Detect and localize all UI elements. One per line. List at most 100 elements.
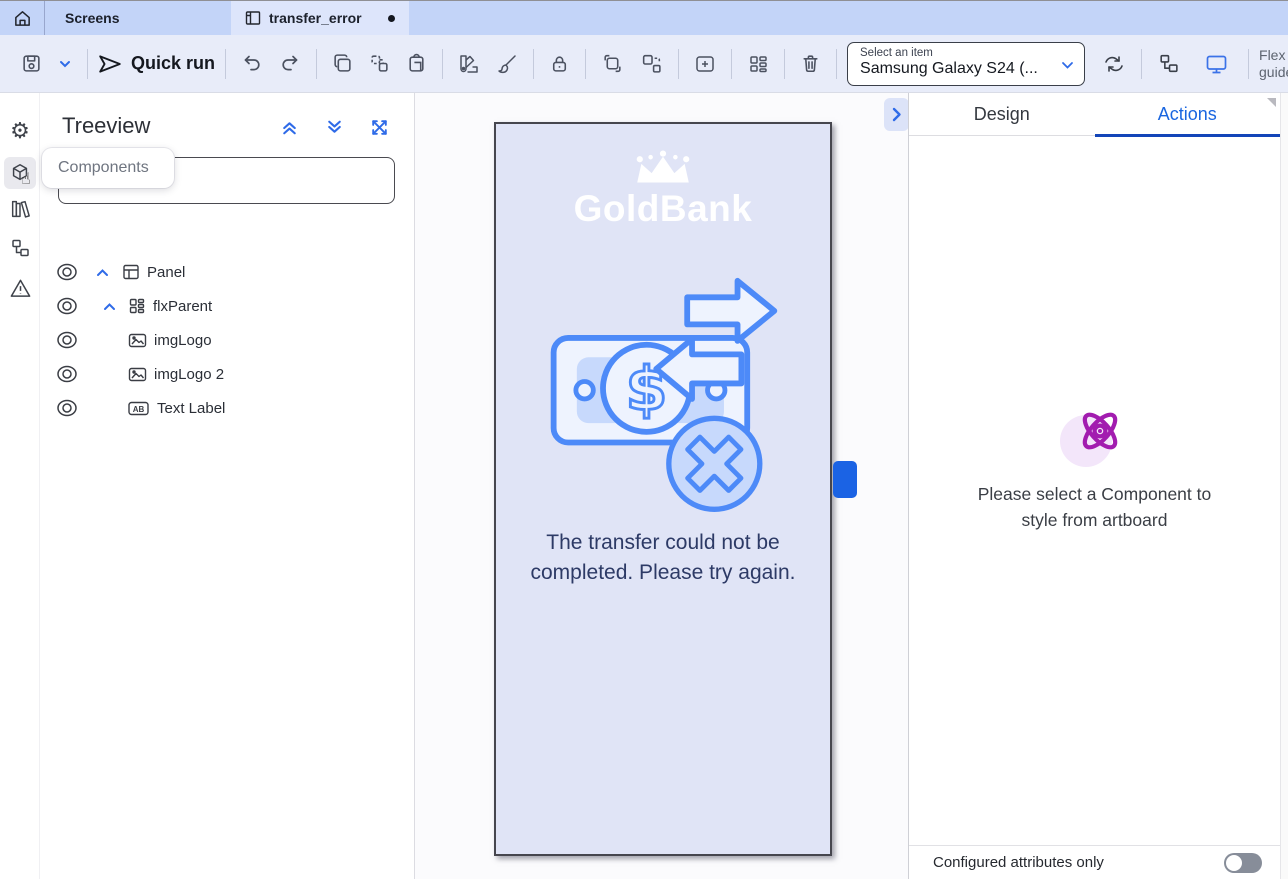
sidebar-item-library[interactable] [4,193,36,225]
add-container-button[interactable] [689,48,721,80]
ungroup-button[interactable] [635,47,668,80]
right-panel-expand-button[interactable] [884,98,909,131]
group-icon [601,52,624,75]
delete-button[interactable] [795,48,826,79]
hierarchy-icon [9,237,31,259]
device-select-value: Samsung Galaxy S24 (... [860,60,1050,78]
double-chevron-down-icon [324,117,345,138]
sidebar-item-hierarchy[interactable] [4,232,36,264]
atom-illustration [1060,403,1130,467]
empty-selection-state: Please select a Component to style from … [965,403,1225,533]
lock-button[interactable] [544,48,575,79]
tab-actions[interactable]: Actions [1095,93,1281,135]
visibility-eye-icon[interactable] [56,331,78,349]
image-widget-icon [128,332,147,349]
widget-drag-handle[interactable] [833,461,857,498]
atom-icon [1072,403,1128,459]
add-frame-icon [694,53,716,75]
save-options-button[interactable] [53,52,77,76]
collapse-chevron-icon[interactable] [103,302,116,311]
tree-structure-icon [1157,52,1180,75]
home-button[interactable] [0,1,45,35]
trash-icon [800,53,821,74]
toolbar-separator [731,49,732,79]
redo-button[interactable] [274,48,306,80]
brand-logo: GoldBank [496,150,830,230]
main-toolbar: Quick run [0,35,1288,93]
treeview-panel: Treeview Components [40,93,415,879]
top-tab-bar: Screens transfer_error [0,0,1288,35]
text-label-widget-icon: AB [128,401,149,416]
home-icon [13,9,32,28]
device-select-label: Select an item [860,47,1072,59]
tree-node-label: imgLogo [154,332,212,349]
visibility-eye-icon[interactable] [56,297,78,315]
toolbar-separator [1248,49,1249,79]
tree-row-textlabel[interactable]: AB Text Label [40,391,414,425]
sidebar-item-settings[interactable]: ⚙ [4,115,36,147]
components-grid-button[interactable] [742,48,774,80]
skins-button[interactable] [453,48,485,80]
configured-attributes-toggle[interactable] [1224,853,1262,873]
ab-icon: AB [128,401,149,416]
brand-name: GoldBank [496,188,830,230]
visibility-eye-icon[interactable] [56,365,78,383]
artboard-canvas[interactable]: GoldBank $ [416,93,908,879]
flex-guides-label: Flex guides [1259,47,1288,81]
expand-panel-button[interactable] [369,117,390,138]
paste-button[interactable] [401,48,432,79]
toolbar-separator [836,49,837,79]
quick-run-button[interactable]: Quick run [98,53,215,75]
tab-screens[interactable]: Screens [45,1,231,35]
visibility-eye-icon[interactable] [56,263,78,281]
expand-all-button[interactable] [324,117,345,138]
transfer-error-illustration: $ [542,276,784,518]
run-icon [98,53,122,75]
collapse-all-button[interactable] [279,117,300,138]
duplicate-button[interactable] [364,48,395,79]
tab-transfer-error[interactable]: transfer_error [231,1,409,35]
panel-footer: Configured attributes only [909,845,1280,879]
crown-icon [630,150,696,186]
tab-design[interactable]: Design [909,93,1095,135]
toolbar-separator [585,49,586,79]
tree-row-panel[interactable]: Panel [40,255,414,289]
scrollbar[interactable] [1280,93,1288,879]
widget-tree: Panel flxParent [40,255,414,425]
tree-row-imglogo2[interactable]: imgLogo 2 [40,357,414,391]
chevron-down-icon [1061,61,1074,70]
copy-button[interactable] [327,48,358,79]
image-widget-icon [128,366,147,383]
tree-row-flxparent[interactable]: flxParent [40,289,414,323]
warning-triangle-icon [9,277,32,300]
hand-cursor: ☝ [21,169,31,189]
format-painter-button[interactable] [491,48,523,80]
sync-icon [1102,53,1126,75]
sidebar-item-warnings[interactable] [4,272,36,304]
flex-container-icon [128,297,146,315]
tab-actions-label: Actions [1158,104,1217,125]
sync-button[interactable] [1097,48,1131,80]
undo-button[interactable] [236,48,268,80]
tree-row-imglogo[interactable]: imgLogo [40,323,414,357]
double-chevron-up-icon [279,117,300,138]
toolbar-separator [1141,49,1142,79]
unsaved-changes-dot [388,15,395,22]
sidebar-item-components[interactable]: ☝ [4,157,36,189]
group-button[interactable] [596,47,629,80]
collapse-chevron-icon[interactable] [96,268,109,277]
svg-text:AB: AB [133,405,145,414]
visibility-eye-icon[interactable] [56,399,78,417]
hierarchy-view-button[interactable] [1152,47,1185,80]
configured-attributes-label: Configured attributes only [933,854,1104,871]
monitor-icon [1204,53,1229,75]
save-button[interactable] [16,48,47,79]
properties-tabs: Design Actions [909,93,1280,136]
chevron-right-icon [891,107,902,122]
lock-icon [549,53,570,74]
preview-monitor-button[interactable] [1199,48,1234,80]
device-select-dropdown[interactable]: Select an item Samsung Galaxy S24 (... [847,42,1085,86]
components-grid-icon [747,53,769,75]
chevron-down-icon [58,57,72,71]
phone-artboard[interactable]: GoldBank $ [494,122,832,856]
